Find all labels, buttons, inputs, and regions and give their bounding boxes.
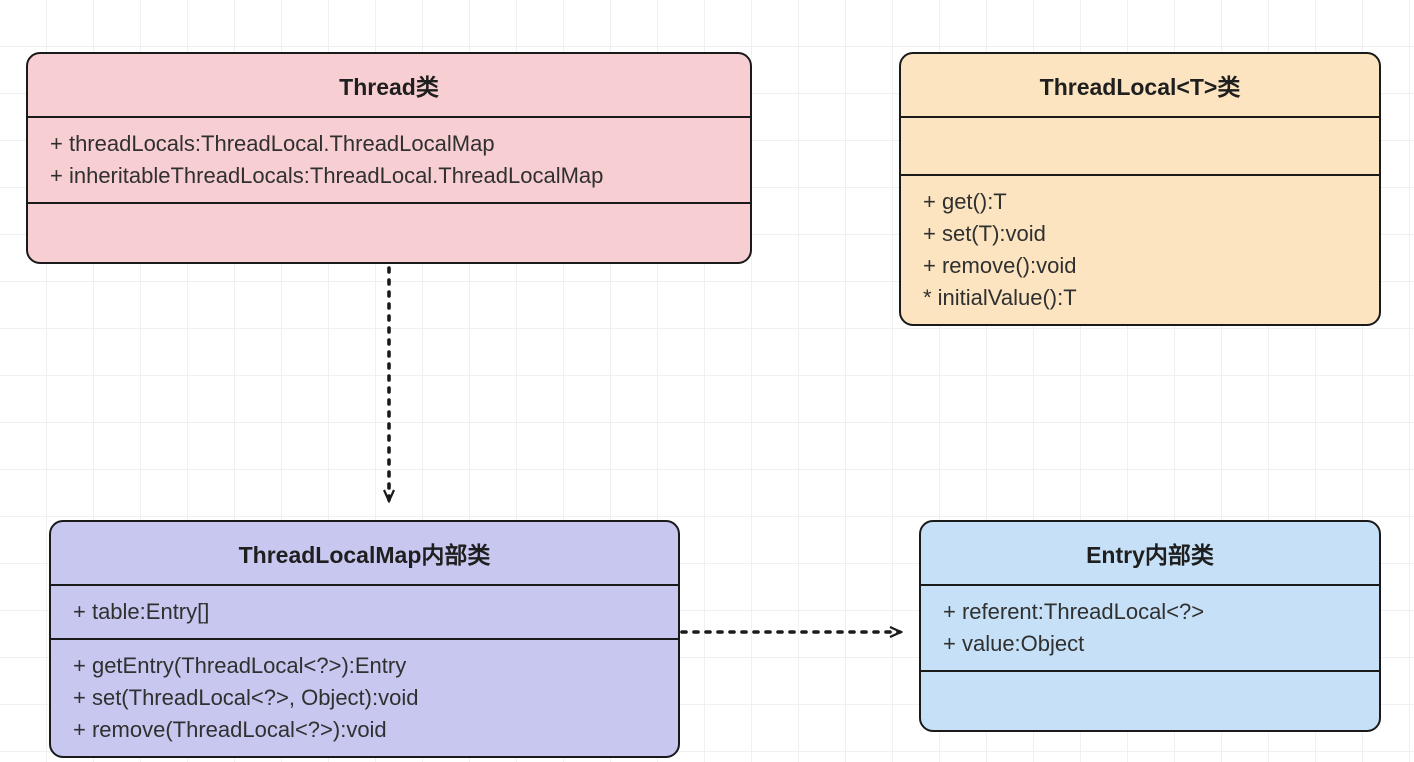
- method-line: + get():T: [923, 186, 1357, 218]
- class-threadlocal-methods: + get():T + set(T):void + remove():void …: [901, 176, 1379, 324]
- method-line: * initialValue():T: [923, 282, 1357, 314]
- class-entry-methods: [921, 672, 1379, 730]
- class-thread-methods: [28, 204, 750, 262]
- class-entry-attrs: + referent:ThreadLocal<?> + value:Object: [921, 586, 1379, 672]
- attr-line: + referent:ThreadLocal<?>: [943, 596, 1357, 628]
- attr-line: + threadLocals:ThreadLocal.ThreadLocalMa…: [50, 128, 728, 160]
- attr-line: + value:Object: [943, 628, 1357, 660]
- class-threadlocal-attrs: [901, 118, 1379, 176]
- class-threadlocal: ThreadLocal<T>类 + get():T + set(T):void …: [899, 52, 1381, 326]
- class-threadlocalmap-methods: + getEntry(ThreadLocal<?>):Entry + set(T…: [51, 640, 678, 756]
- class-entry: Entry内部类 + referent:ThreadLocal<?> + val…: [919, 520, 1381, 732]
- class-threadlocal-title: ThreadLocal<T>类: [901, 54, 1379, 118]
- method-line: + remove(ThreadLocal<?>):void: [73, 714, 656, 746]
- class-thread-attrs: + threadLocals:ThreadLocal.ThreadLocalMa…: [28, 118, 750, 204]
- class-threadlocalmap-title: ThreadLocalMap内部类: [51, 522, 678, 586]
- method-line: + remove():void: [923, 250, 1357, 282]
- class-thread-title: Thread类: [28, 54, 750, 118]
- class-threadlocalmap: ThreadLocalMap内部类 + table:Entry[] + getE…: [49, 520, 680, 758]
- class-threadlocalmap-attrs: + table:Entry[]: [51, 586, 678, 640]
- class-thread: Thread类 + threadLocals:ThreadLocal.Threa…: [26, 52, 752, 264]
- method-line: + set(ThreadLocal<?>, Object):void: [73, 682, 656, 714]
- method-line: + getEntry(ThreadLocal<?>):Entry: [73, 650, 656, 682]
- method-line: + set(T):void: [923, 218, 1357, 250]
- attr-line: + inheritableThreadLocals:ThreadLocal.Th…: [50, 160, 728, 192]
- class-entry-title: Entry内部类: [921, 522, 1379, 586]
- attr-line: + table:Entry[]: [73, 596, 656, 628]
